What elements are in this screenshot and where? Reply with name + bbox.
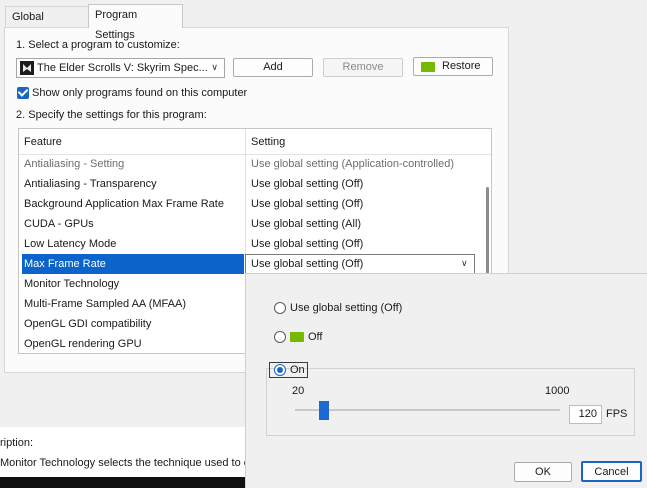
slider-max-label: 1000: [545, 385, 570, 397]
radio-off[interactable]: [274, 331, 286, 343]
restore-button-label: Restore: [442, 60, 481, 72]
table-row[interactable]: Low Latency Mode Use global setting (Off…: [19, 234, 479, 254]
description-text: Monitor Technology selects the technique…: [0, 457, 256, 469]
max-frame-rate-popup: Use global setting (Off) Off On 20 1000 …: [245, 273, 647, 488]
nvidia-icon: [290, 332, 304, 342]
tab-global-settings[interactable]: Global Settings: [5, 6, 89, 43]
feature-cell: Background Application Max Frame Rate: [24, 198, 224, 210]
fps-input[interactable]: 120: [569, 405, 602, 424]
skyrim-program-icon: [20, 61, 34, 75]
setting-cell: Use global setting (Off): [251, 238, 364, 250]
feature-cell: Multi-Frame Sampled AA (MFAA): [24, 298, 186, 310]
cancel-button-label: Cancel: [594, 466, 629, 478]
step2-label: 2. Specify the settings for this program…: [16, 109, 207, 121]
radio-off-label: Off: [308, 331, 323, 343]
feature-cell: Monitor Technology: [24, 278, 120, 290]
radio-on[interactable]: [274, 364, 286, 376]
feature-cell: OpenGL GDI compatibility: [24, 318, 152, 330]
radio-use-global[interactable]: [274, 302, 286, 314]
chevron-down-icon[interactable]: ∨: [461, 258, 468, 269]
table-row[interactable]: Antialiasing - Transparency Use global s…: [19, 174, 479, 194]
remove-button-label: Remove: [342, 61, 384, 73]
table-row[interactable]: Antialiasing - Setting Use global settin…: [19, 154, 479, 174]
setting-cell: Use global setting (Off): [251, 178, 364, 190]
setting-dropdown-value: Use global setting (Off): [251, 258, 364, 270]
table-row[interactable]: CUDA - GPUs Use global setting (All): [19, 214, 479, 234]
restore-button[interactable]: Restore: [413, 57, 493, 76]
table-row-selected[interactable]: Max Frame Rate Use global setting (Off) …: [19, 254, 479, 274]
tab-program-settings[interactable]: Program Settings: [88, 4, 183, 41]
feature-cell: OpenGL rendering GPU: [24, 338, 142, 350]
show-only-checkbox[interactable]: [17, 87, 29, 99]
feature-cell: Antialiasing - Transparency: [24, 178, 157, 190]
add-button-label: Add: [263, 61, 283, 73]
table-row[interactable]: Background Application Max Frame Rate Us…: [19, 194, 479, 214]
column-header-setting[interactable]: Setting: [251, 136, 285, 148]
setting-cell: Use global setting (Off): [251, 198, 364, 210]
feature-cell: Low Latency Mode: [24, 238, 117, 250]
ok-button[interactable]: OK: [514, 462, 572, 482]
ok-button-label: OK: [535, 466, 551, 478]
add-button[interactable]: Add: [233, 58, 313, 77]
fps-value: 120: [578, 408, 597, 420]
feature-cell: Max Frame Rate: [24, 258, 106, 270]
show-only-label: Show only programs found on this compute…: [32, 87, 248, 99]
table-header: Feature Setting: [19, 129, 491, 155]
tab-strip: Global Settings Program Settings: [0, 0, 647, 43]
tab-program-settings-label: Program Settings: [95, 9, 138, 41]
chevron-down-icon: ∨: [211, 62, 218, 72]
description-label: ription:: [0, 437, 34, 449]
fps-unit-label: FPS: [606, 408, 628, 420]
program-select-value: The Elder Scrolls V: Skyrim Spec...: [37, 62, 208, 74]
feature-cell: CUDA - GPUs: [24, 218, 94, 230]
description-image-strip: [0, 477, 247, 488]
frame-rate-slider-thumb[interactable]: [319, 401, 329, 420]
radio-on-label: On: [290, 364, 305, 376]
remove-button[interactable]: Remove: [323, 58, 403, 77]
setting-cell: Use global setting (All): [251, 218, 362, 230]
slider-min-label: 20: [292, 385, 305, 397]
scrollbar-thumb[interactable]: [486, 187, 489, 281]
frame-rate-slider-track[interactable]: [295, 409, 560, 411]
cancel-button[interactable]: Cancel: [581, 461, 642, 482]
column-header-feature[interactable]: Feature: [24, 136, 62, 148]
feature-cell: Antialiasing - Setting: [24, 158, 125, 170]
radio-use-global-label: Use global setting (Off): [290, 302, 403, 314]
program-select[interactable]: The Elder Scrolls V: Skyrim Spec... ∨: [16, 58, 225, 78]
nvidia-icon: [421, 62, 435, 72]
setting-cell: Use global setting (Application-controll…: [251, 158, 454, 170]
